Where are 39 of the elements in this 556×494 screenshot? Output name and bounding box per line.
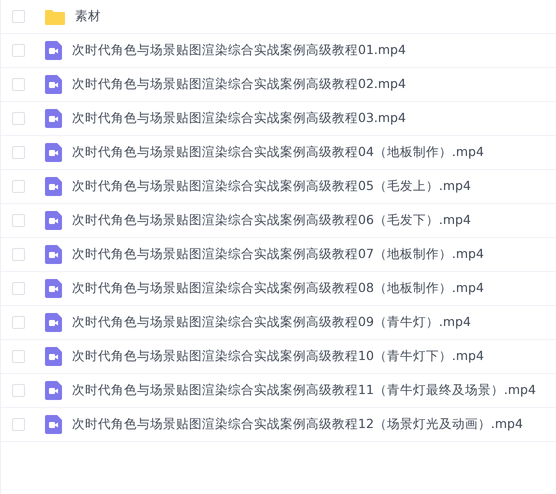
checkbox[interactable] — [12, 282, 25, 295]
file-name[interactable]: 次时代角色与场景贴图渲染综合实战案例高级教程05（毛发上）.mp4 — [72, 178, 471, 195]
checkbox[interactable] — [12, 418, 25, 431]
checkbox[interactable] — [12, 248, 25, 261]
checkbox[interactable] — [12, 180, 25, 193]
file-name[interactable]: 次时代角色与场景贴图渲染综合实战案例高级教程06（毛发下）.mp4 — [72, 212, 471, 229]
checkbox[interactable] — [12, 350, 25, 363]
checkbox[interactable] — [12, 78, 25, 91]
checkbox[interactable] — [12, 214, 25, 227]
checkbox[interactable] — [12, 10, 25, 23]
video-file-icon — [45, 109, 62, 128]
video-file-icon — [45, 347, 62, 366]
file-name[interactable]: 次时代角色与场景贴图渲染综合实战案例高级教程07（地板制作）.mp4 — [72, 246, 484, 263]
video-file-icon — [45, 75, 62, 94]
video-file-icon — [45, 245, 62, 264]
file-name[interactable]: 次时代角色与场景贴图渲染综合实战案例高级教程11（青牛灯最终及场景）.mp4 — [72, 382, 536, 399]
video-file-icon — [45, 177, 62, 196]
file-name[interactable]: 次时代角色与场景贴图渲染综合实战案例高级教程02.mp4 — [72, 76, 406, 93]
checkbox[interactable] — [12, 112, 25, 125]
file-name[interactable]: 次时代角色与场景贴图渲染综合实战案例高级教程10（青牛灯下）.mp4 — [72, 348, 484, 365]
checkbox[interactable] — [12, 44, 25, 57]
checkbox[interactable] — [12, 146, 25, 159]
video-file-icon — [45, 211, 62, 230]
checkbox[interactable] — [12, 384, 25, 397]
file-name[interactable]: 次时代角色与场景贴图渲染综合实战案例高级教程12（场景灯光及动画）.mp4 — [72, 416, 523, 433]
video-file-icon — [45, 41, 62, 60]
file-name[interactable]: 次时代角色与场景贴图渲染综合实战案例高级教程03.mp4 — [72, 110, 406, 127]
file-name[interactable]: 次时代角色与场景贴图渲染综合实战案例高级教程09（青牛灯）.mp4 — [72, 314, 471, 331]
file-name[interactable]: 次时代角色与场景贴图渲染综合实战案例高级教程01.mp4 — [72, 42, 406, 59]
file-name[interactable]: 次时代角色与场景贴图渲染综合实战案例高级教程08（地板制作）.mp4 — [72, 280, 484, 297]
video-file-icon — [45, 381, 62, 400]
video-file-icon — [45, 415, 62, 434]
video-file-icon — [45, 279, 62, 298]
video-file-icon — [45, 313, 62, 332]
checkbox[interactable] — [12, 316, 25, 329]
folder-icon — [45, 8, 65, 24]
video-file-icon — [45, 143, 62, 162]
file-name[interactable]: 素材 — [75, 8, 101, 25]
file-name[interactable]: 次时代角色与场景贴图渲染综合实战案例高级教程04（地板制作）.mp4 — [72, 144, 484, 161]
